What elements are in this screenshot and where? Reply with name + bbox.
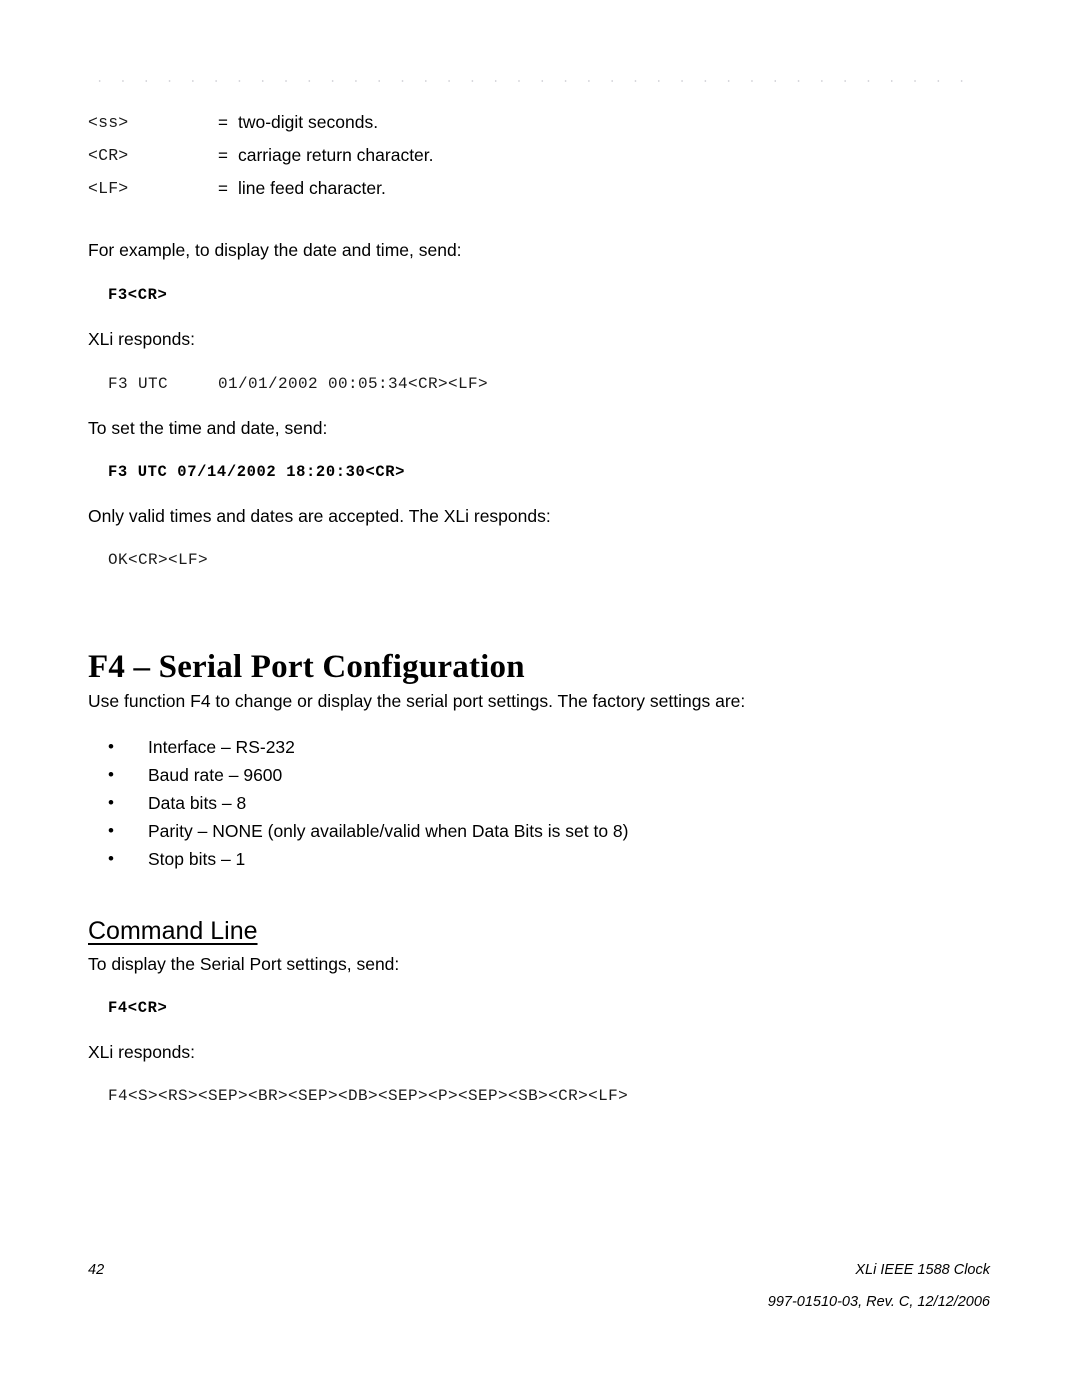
f3-set-command: F3 UTC 07/14/2002 18:20:30<CR> — [108, 463, 406, 481]
bullet-icon: • — [108, 849, 114, 868]
definition-term: <ss> — [88, 113, 129, 132]
list-item-label: Parity – NONE (only available/valid when… — [148, 821, 629, 841]
list-item-label: Stop bits – 1 — [148, 849, 246, 869]
f3-responds-label-1: XLi responds: — [88, 329, 196, 349]
definition-description: carriage return character. — [238, 145, 434, 165]
definition-equals: = — [218, 179, 228, 198]
document-page: <ss> = two-digit seconds. <CR> = carriag… — [0, 0, 1080, 1377]
f3-valid-note: Only valid times and dates are accepted.… — [88, 506, 551, 526]
f4-display-response: F4<S><RS><SEP><BR><SEP><DB><SEP><P><SEP>… — [108, 1087, 629, 1105]
f3-set-intro: To set the time and date, send: — [88, 418, 328, 438]
dotted-rule-divider — [88, 74, 968, 82]
definition-term: <LF> — [88, 179, 129, 198]
page-title: F4 – Serial Port Configuration — [88, 649, 525, 686]
list-item-label: Interface – RS-232 — [148, 737, 295, 757]
bullet-icon: • — [108, 821, 114, 840]
f4-intro-paragraph: Use function F4 to change or display the… — [88, 691, 746, 711]
f3-example-intro: For example, to display the date and tim… — [88, 240, 462, 260]
f3-example-response: F3 UTC 01/01/2002 00:05:34<CR><LF> — [108, 375, 489, 393]
definition-row: <ss> = two-digit seconds. — [88, 106, 888, 139]
definition-description: line feed character. — [238, 178, 386, 198]
definition-list: <ss> = two-digit seconds. <CR> = carriag… — [88, 106, 888, 205]
list-item-label: Data bits – 8 — [148, 793, 247, 813]
definition-row: <LF> = line feed character. — [88, 172, 888, 205]
definition-equals: = — [218, 146, 228, 165]
bullet-icon: • — [108, 737, 114, 756]
bullet-icon: • — [108, 793, 114, 812]
f3-ok-response: OK<CR><LF> — [108, 551, 209, 569]
footer-product-name: XLi IEEE 1588 Clock — [855, 1262, 990, 1278]
definition-description: two-digit seconds. — [238, 112, 379, 132]
definition-row: <CR> = carriage return character. — [88, 139, 888, 172]
definition-equals: = — [218, 113, 228, 132]
f4-responds-label: XLi responds: — [88, 1042, 196, 1062]
footer-page-number: 42 — [88, 1262, 105, 1278]
f3-example-command: F3<CR> — [108, 286, 168, 304]
bullet-icon: • — [108, 765, 114, 784]
definition-term: <CR> — [88, 146, 129, 165]
f4-display-command: F4<CR> — [108, 999, 168, 1017]
f4-display-intro: To display the Serial Port settings, sen… — [88, 954, 400, 974]
section-subheading-command-line: Command Line — [88, 916, 258, 945]
list-item-label: Baud rate – 9600 — [148, 765, 283, 785]
footer-revision: 997-01510-03, Rev. C, 12/12/2006 — [767, 1294, 990, 1310]
